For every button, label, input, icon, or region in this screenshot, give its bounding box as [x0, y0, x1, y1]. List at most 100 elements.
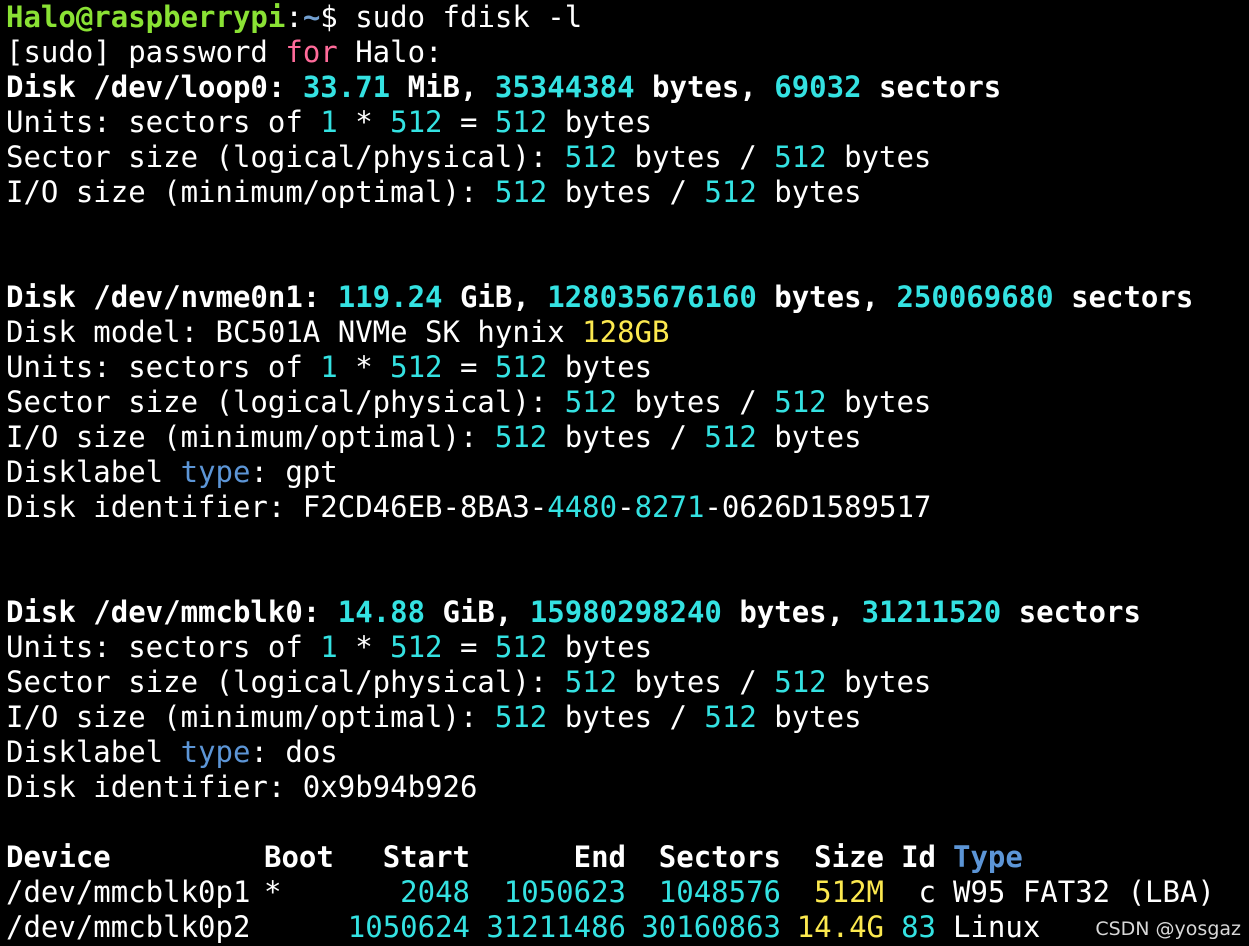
units-equals: = — [442, 630, 495, 664]
sector-size-physical: 512 — [774, 665, 827, 699]
units-bytes: bytes — [547, 630, 653, 664]
disk-model-label: Disk model: BC501A NVMe SK hynix — [6, 315, 583, 349]
units-bytes: bytes — [547, 105, 653, 139]
disk-size-unit: MiB, — [390, 70, 495, 104]
disk-size: 119.24 — [337, 280, 443, 314]
partition-end: 31211486 — [486, 910, 626, 944]
disk-size: 33.71 — [302, 70, 391, 104]
io-size-sep: bytes / — [547, 175, 705, 209]
partition-type: W95 FAT32 (LBA) — [953, 875, 1215, 909]
sector-size-label: Sector size (logical/physical): — [6, 385, 565, 419]
io-size-line: I/O size (minimum/optimal): 512 bytes / … — [6, 700, 1249, 735]
units-n1: 512 — [390, 630, 443, 664]
disklabel-label: Disklabel — [6, 455, 181, 489]
partition-size: 14.4G — [796, 910, 884, 944]
disklabel-type-keyword: type — [180, 455, 251, 489]
units-bytes: bytes — [547, 350, 653, 384]
units-one: 1 — [320, 350, 338, 384]
csdn-watermark: CSDN @yosgaz — [1095, 918, 1241, 940]
prompt-path: ~ — [302, 0, 321, 34]
identifier-part-4: -0626D1589517 — [704, 490, 932, 524]
partition-sectors: 1048576 — [658, 875, 781, 909]
prompt-user-host: Halo@raspberrypi — [6, 0, 286, 34]
units-n2: 512 — [494, 350, 548, 384]
disk-bytes: 35344384 — [494, 70, 635, 104]
terminal-output: Halo@raspberrypi:~$ sudo fdisk -l [sudo]… — [6, 0, 1249, 946]
units-label: Units: sectors of — [6, 630, 321, 664]
disk-identifier-line: Disk identifier: F2CD46EB-8BA3-4480-8271… — [6, 490, 1249, 525]
sector-size-logical: 512 — [564, 140, 618, 174]
sector-size-sep: bytes / — [617, 665, 775, 699]
sector-size-physical: 512 — [774, 385, 827, 419]
partition-size: 512M — [814, 875, 884, 909]
partition-id: c — [918, 875, 936, 909]
units-n1: 512 — [390, 350, 443, 384]
io-size-sep: bytes / — [547, 420, 705, 454]
sector-size-logical: 512 — [564, 385, 618, 419]
sudo-prefix: [sudo] password — [6, 35, 286, 69]
io-size-opt: 512 — [704, 420, 757, 454]
io-size-bytes: bytes — [756, 700, 862, 734]
disk-sectors-word: sectors — [861, 70, 1002, 104]
disk-name: Disk /dev/loop0: — [6, 70, 303, 104]
column-header-start: Start — [382, 840, 470, 874]
io-size-label: I/O size (minimum/optimal): — [6, 175, 495, 209]
disk-sectors-word: sectors — [1001, 595, 1141, 629]
column-header-boot: Boot — [264, 840, 334, 874]
io-size-sep: bytes / — [547, 700, 705, 734]
sector-size-line: Sector size (logical/physical): 512 byte… — [6, 385, 1249, 420]
disklabel-line: Disklabel type: dos — [6, 735, 1249, 770]
sector-size-line: Sector size (logical/physical): 512 byte… — [6, 140, 1249, 175]
sudo-for-keyword: for — [285, 35, 338, 69]
command-text: sudo fdisk -l — [337, 0, 583, 34]
units-one: 1 — [320, 105, 338, 139]
units-times: * — [337, 630, 391, 664]
partition-start: 2048 — [400, 875, 470, 909]
partition-device: /dev/mmcblk0p2 — [6, 910, 251, 944]
sudo-password-line: [sudo] password for Halo: — [6, 35, 1249, 70]
partition-type: Linux — [953, 910, 1041, 944]
sector-size-logical: 512 — [564, 665, 618, 699]
disk-sectors: 69032 — [774, 70, 862, 104]
identifier-part-3: 8271 — [634, 490, 705, 524]
column-header-id: Id — [901, 840, 936, 874]
units-line: Units: sectors of 1 * 512 = 512 bytes — [6, 105, 1249, 140]
identifier-part-1: Disk identifier: F2CD46EB-8BA3- — [6, 490, 548, 524]
partition-table-header: Device Boot Start End Sectors Size Id Type — [6, 840, 1249, 875]
column-header-type: Type — [953, 840, 1023, 874]
disk-bytes: 128035676160 — [547, 280, 757, 314]
units-times: * — [337, 350, 391, 384]
disk-name: Disk /dev/nvme0n1: — [6, 280, 338, 314]
table-row: /dev/mmcblk0p2 1050624 31211486 30160863 14.… — [6, 910, 1249, 945]
table-row: /dev/mmcblk0p1 * 2048 1050623 1048576 512M c W9… — [6, 875, 1249, 910]
disklabel-type-keyword: type — [180, 735, 251, 769]
disk-size-unit: GiB, — [442, 280, 548, 314]
disk-size-unit: GiB, — [425, 595, 530, 629]
sector-size-bytes: bytes — [826, 665, 932, 699]
partition-boot-flag: * — [264, 875, 282, 909]
units-n2: 512 — [494, 630, 548, 664]
partition-id: 83 — [901, 910, 936, 944]
io-size-line: I/O size (minimum/optimal): 512 bytes / … — [6, 175, 1249, 210]
disk-nvme-header: Disk /dev/nvme0n1: 119.24 GiB, 128035676… — [6, 280, 1249, 315]
sudo-user: Halo: — [337, 35, 443, 69]
units-n1: 512 — [390, 105, 443, 139]
disk-bytes-word: bytes, — [721, 595, 862, 629]
disk-name: Disk /dev/mmcblk0: — [6, 595, 338, 629]
sector-size-bytes: bytes — [826, 385, 932, 419]
units-equals: = — [442, 350, 495, 384]
units-equals: = — [442, 105, 495, 139]
disklabel-value: : gpt — [250, 455, 338, 489]
prompt-colon: : — [285, 0, 303, 34]
command-prompt-line: Halo@raspberrypi:~$ sudo fdisk -l — [6, 0, 1249, 35]
disklabel-value: : dos — [250, 735, 338, 769]
disklabel-line: Disklabel type: gpt — [6, 455, 1249, 490]
io-size-min: 512 — [494, 700, 548, 734]
units-line: Units: sectors of 1 * 512 = 512 bytes — [6, 630, 1249, 665]
disk-bytes-word: bytes, — [756, 280, 897, 314]
identifier-dash: - — [617, 490, 635, 524]
sector-size-bytes: bytes — [826, 140, 932, 174]
io-size-label: I/O size (minimum/optimal): — [6, 700, 495, 734]
